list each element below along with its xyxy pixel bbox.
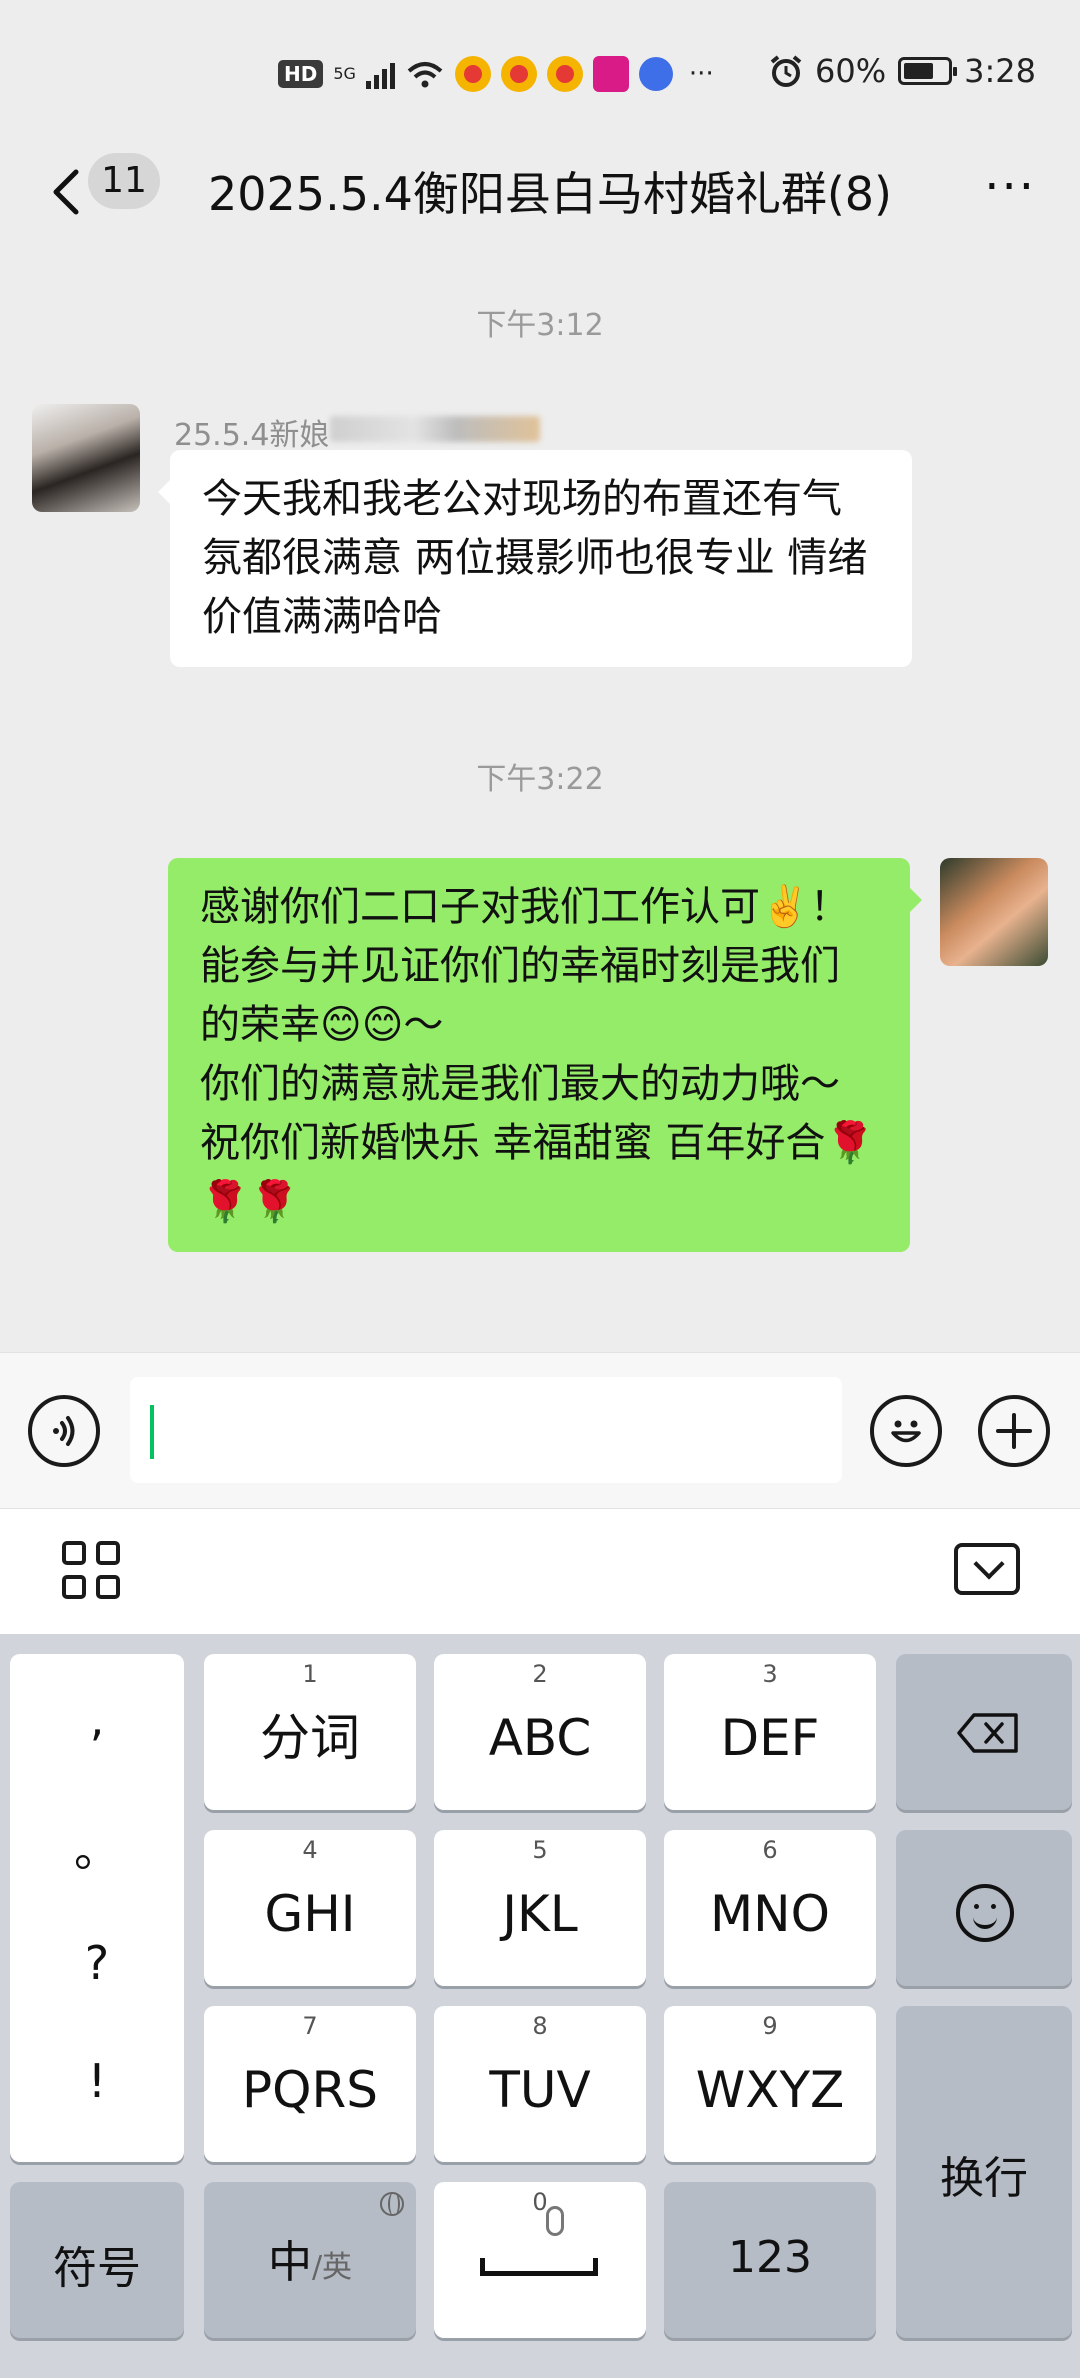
voice-icon (53, 1416, 75, 1446)
keyboard-toolbar (0, 1508, 1080, 1634)
key-9[interactable]: 9 WXYZ (664, 2006, 876, 2162)
punct-period[interactable]: 。 (10, 1814, 184, 1880)
numbers-key[interactable]: 123 (664, 2182, 876, 2338)
battery-icon (898, 57, 958, 85)
unread-count-badge[interactable]: 11 (88, 153, 160, 209)
key-5[interactable]: 5 JKL (434, 1830, 646, 1986)
more-notifications-icon: ··· (688, 59, 714, 89)
app-notification-icon (592, 56, 629, 92)
browser-icon (638, 57, 673, 91)
status-right: 60% 3:28 (769, 52, 1036, 90)
wifi-icon (407, 62, 443, 88)
chat-title: 2025.5.4衡阳县白马村婚礼群(8) (208, 167, 893, 221)
clock: 3:28 (964, 52, 1036, 90)
globe-icon (380, 2192, 404, 2216)
key-4[interactable]: 4 GHI (204, 1830, 416, 1986)
input-bar (0, 1352, 1080, 1508)
backspace-key[interactable] (896, 1654, 1072, 1810)
emoji-button[interactable] (870, 1395, 942, 1467)
message-input[interactable] (130, 1377, 842, 1483)
message-bubble-received[interactable]: 今天我和我老公对现场的布置还有气氛都很满意 两位摄影师也很专业 情绪价值满满哈哈 (158, 450, 912, 667)
key-1[interactable]: 1 分词 (204, 1654, 416, 1810)
message-bubble-sent[interactable]: 感谢你们二口子对我们工作认可✌️！能参与并见证你们的幸福时刻是我们的荣幸😊😊～ … (168, 858, 922, 1252)
punct-exclaim[interactable]: ! (10, 2054, 184, 2108)
punctuation-column[interactable]: , 。 ? ! (10, 1654, 184, 2162)
avatar[interactable] (940, 858, 1048, 966)
space-key[interactable]: 0 (434, 2182, 646, 2338)
more-options-button[interactable]: ··· (984, 163, 1036, 211)
voice-input-button[interactable] (28, 1395, 100, 1467)
key-8[interactable]: 8 TUV (434, 2006, 646, 2162)
key-3[interactable]: 3 DEF (664, 1654, 876, 1810)
hide-keyboard-icon[interactable] (954, 1543, 1020, 1595)
network-type: 5G (333, 64, 356, 83)
status-bar: HD 5G ··· 60% 3:28 (0, 0, 1080, 140)
more-functions-button[interactable] (978, 1395, 1050, 1467)
language-switch-key[interactable]: 中/英 (204, 2182, 416, 2338)
backspace-icon (957, 1713, 1018, 1753)
chat-header: 11 2025.5.4衡阳县白马村婚礼群(8) ··· (0, 140, 1080, 244)
message-timestamp: 下午3:12 (476, 308, 604, 343)
alarm-icon (770, 55, 802, 87)
redacted-name (330, 416, 540, 442)
emoji-key[interactable] (896, 1830, 1072, 1986)
weibo-icon (500, 56, 537, 92)
smiley-icon (891, 1420, 921, 1443)
enter-key[interactable]: 换行 (896, 2006, 1072, 2338)
punct-comma[interactable]: , (10, 1692, 184, 1746)
weibo-icon (454, 56, 491, 92)
hd-badge: HD (278, 60, 324, 88)
symbols-key[interactable]: 符号 (10, 2182, 184, 2338)
key-7[interactable]: 7 PQRS (204, 2006, 416, 2162)
battery-percent: 60% (815, 52, 887, 90)
text-cursor (150, 1405, 154, 1459)
menu-grid-icon[interactable] (62, 1541, 120, 1599)
key-6[interactable]: 6 MNO (664, 1830, 876, 1986)
key-2[interactable]: 2 ABC (434, 1654, 646, 1810)
plus-icon (996, 1413, 1032, 1449)
signal-icon (365, 59, 395, 89)
weibo-icon (546, 56, 583, 92)
message-timestamp: 下午3:22 (476, 762, 604, 797)
punct-question[interactable]: ? (10, 1936, 184, 1990)
microphone-icon (546, 2206, 564, 2236)
avatar[interactable] (32, 404, 140, 512)
message-text: 感谢你们二口子对我们工作认可✌️！能参与并见证你们的幸福时刻是我们的荣幸😊😊～ … (200, 884, 876, 1225)
status-icons: HD 5G ··· (278, 56, 714, 92)
smiley-icon (956, 1884, 1014, 1942)
message-list[interactable]: 下午3:12 25.5.4新娘 今天我和我老公对现场的布置还有气氛都很满意 两位… (0, 244, 1080, 1352)
sender-name: 25.5.4新娘 (174, 418, 330, 453)
space-icon (480, 2258, 598, 2276)
keyboard: , 。 ? ! 1 分词 2 ABC 3 DEF 4 GHI 5 JKL 6 MNO 7 PQ… (0, 1634, 1080, 2378)
